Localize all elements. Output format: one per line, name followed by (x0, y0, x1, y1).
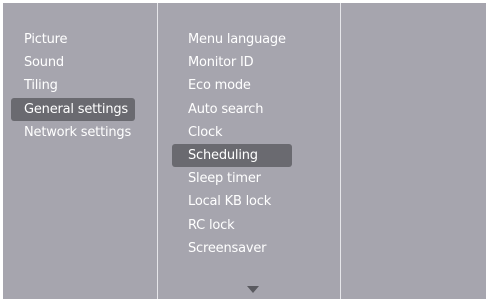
submenu-item-rc-lock[interactable]: RC lock (172, 214, 292, 237)
column-divider (340, 3, 341, 299)
submenu-item-monitor-id[interactable]: Monitor ID (172, 51, 292, 74)
submenu-item-screensaver[interactable]: Screensaver (172, 237, 292, 260)
submenu-item-auto-search[interactable]: Auto search (172, 98, 292, 121)
main-menu-item-general-settings[interactable]: General settings (11, 97, 135, 121)
main-menu-item-picture[interactable]: Picture (11, 28, 135, 51)
submenu-item-menu-language[interactable]: Menu language (172, 28, 292, 51)
main-menu-column: Picture Sound Tiling General settings Ne… (3, 3, 157, 299)
main-menu-list: Picture Sound Tiling General settings Ne… (11, 28, 135, 144)
submenu-item-scheduling[interactable]: Scheduling (172, 143, 292, 168)
main-menu-item-sound[interactable]: Sound (11, 51, 135, 74)
scroll-down-icon[interactable] (247, 286, 259, 293)
options-column (342, 3, 486, 299)
submenu-column: Menu language Monitor ID Eco mode Auto s… (159, 3, 340, 299)
main-menu-item-network-settings[interactable]: Network settings (11, 121, 135, 144)
submenu-item-local-kb-lock[interactable]: Local KB lock (172, 190, 292, 213)
submenu-list: Menu language Monitor ID Eco mode Auto s… (172, 28, 292, 260)
submenu-item-eco-mode[interactable]: Eco mode (172, 74, 292, 97)
osd-menu: Picture Sound Tiling General settings Ne… (3, 3, 486, 299)
submenu-item-clock[interactable]: Clock (172, 121, 292, 144)
column-divider (157, 3, 158, 299)
submenu-item-sleep-timer[interactable]: Sleep timer (172, 167, 292, 190)
main-menu-item-tiling[interactable]: Tiling (11, 74, 135, 97)
